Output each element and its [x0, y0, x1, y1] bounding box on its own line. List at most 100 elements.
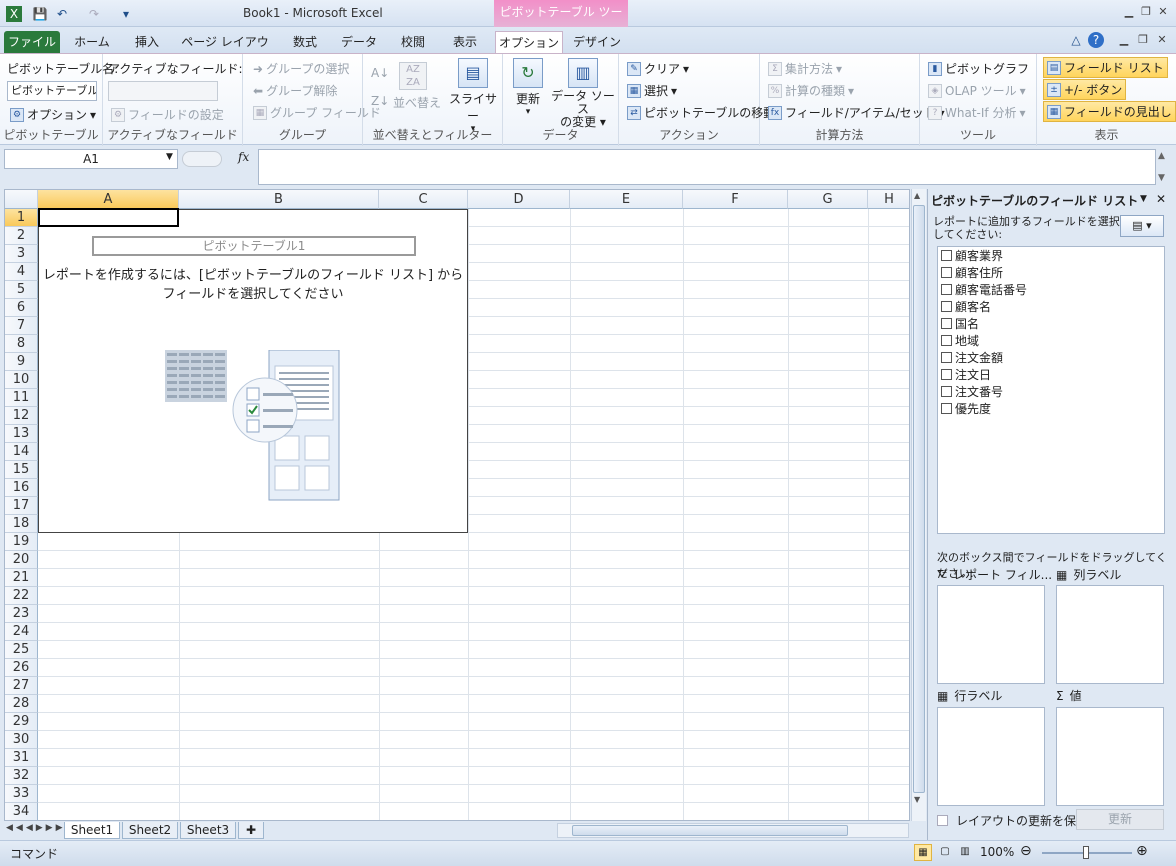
row-header[interactable]: 32: [5, 767, 38, 785]
tab-design[interactable]: デザイン: [566, 31, 628, 53]
row-header[interactable]: 1: [5, 209, 38, 227]
sheet-tab[interactable]: Sheet1: [64, 822, 120, 839]
tab-data[interactable]: データ: [334, 31, 384, 53]
row-header[interactable]: 22: [5, 587, 38, 605]
column-header[interactable]: F: [683, 190, 788, 209]
undo-icon[interactable]: ↶: [54, 6, 70, 22]
normal-view-icon[interactable]: ▦: [914, 844, 932, 861]
row-header[interactable]: 30: [5, 731, 38, 749]
checkbox[interactable]: [941, 352, 952, 363]
field-item[interactable]: 注文番号: [941, 383, 1003, 400]
field-item[interactable]: 顧客電話番号: [941, 281, 1027, 298]
customize-qat-icon[interactable]: ▾: [118, 6, 134, 22]
worksheet-grid[interactable]: A B C D E F G H 1 2 3 4 5 6 7 8 9 10 11 12 13 14 15 16 1…: [4, 189, 910, 821]
report-filter-zone[interactable]: [937, 585, 1045, 684]
minimize-icon[interactable]: ▁: [1122, 5, 1136, 19]
tab-home[interactable]: ホーム: [66, 31, 118, 53]
row-header[interactable]: 27: [5, 677, 38, 695]
zoom-level[interactable]: 100%: [980, 845, 1014, 859]
row-header[interactable]: 9: [5, 353, 38, 371]
row-header[interactable]: 33: [5, 785, 38, 803]
values-zone[interactable]: [1056, 707, 1164, 806]
olap-tools-button[interactable]: ◈ OLAP ツール ▾: [928, 82, 1026, 99]
formula-scroll-up-icon[interactable]: ▲: [1158, 151, 1165, 161]
row-header[interactable]: 24: [5, 623, 38, 641]
group-selection-button[interactable]: ➜ グループの選択: [253, 60, 349, 77]
checkbox[interactable]: [941, 318, 952, 329]
pane-menu-icon[interactable]: ▼: [1140, 194, 1147, 204]
row-header[interactable]: 25: [5, 641, 38, 659]
row-header[interactable]: 20: [5, 551, 38, 569]
column-header[interactable]: D: [468, 190, 570, 209]
field-item[interactable]: 顧客名: [941, 298, 991, 315]
summarize-button[interactable]: Σ 集計方法 ▾: [768, 60, 842, 77]
slicer-button[interactable]: ▤ スライサー ▾: [447, 58, 499, 134]
field-headers-toggle[interactable]: ▦ フィールドの見出し: [1043, 101, 1176, 122]
sheet-tab[interactable]: Sheet3: [180, 822, 236, 839]
row-header[interactable]: 18: [5, 515, 38, 533]
page-layout-view-icon[interactable]: ▢: [936, 844, 954, 861]
row-header[interactable]: 8: [5, 335, 38, 353]
wb-minimize-icon[interactable]: ▁: [1117, 33, 1131, 47]
tab-view[interactable]: 表示: [442, 31, 488, 53]
column-header[interactable]: A: [38, 190, 179, 209]
field-item[interactable]: 注文日: [941, 366, 991, 383]
sort-az-button[interactable]: A↓: [371, 66, 389, 80]
scroll-thumb[interactable]: [913, 205, 925, 793]
row-header[interactable]: 26: [5, 659, 38, 677]
checkbox[interactable]: [941, 267, 952, 278]
tab-page-layout[interactable]: ページ レイアウト: [176, 31, 274, 71]
name-box[interactable]: A1: [4, 149, 178, 169]
layout-options-button[interactable]: ▤ ▾: [1120, 215, 1164, 237]
hscroll-thumb[interactable]: [572, 825, 848, 836]
active-field-input[interactable]: [108, 81, 218, 101]
defer-update-checkbox[interactable]: [937, 815, 948, 826]
row-header[interactable]: 16: [5, 479, 38, 497]
field-item[interactable]: 注文金額: [941, 349, 1003, 366]
row-header[interactable]: 3: [5, 245, 38, 263]
field-list-toggle[interactable]: ▤ フィールド リスト: [1043, 57, 1168, 78]
row-header[interactable]: 13: [5, 425, 38, 443]
select-all-corner[interactable]: [5, 190, 38, 209]
tab-options[interactable]: オプション: [495, 31, 563, 53]
field-item[interactable]: 顧客業界: [941, 247, 1003, 264]
update-button[interactable]: 更新: [1076, 809, 1164, 830]
row-header[interactable]: 6: [5, 299, 38, 317]
row-header[interactable]: 2: [5, 227, 38, 245]
row-header[interactable]: 4: [5, 263, 38, 281]
refresh-button[interactable]: ↻ 更新 ▾: [509, 58, 547, 117]
show-values-as-button[interactable]: % 計算の種類 ▾: [768, 82, 854, 99]
tab-file[interactable]: ファイル: [4, 31, 60, 53]
row-header[interactable]: 7: [5, 317, 38, 335]
scroll-up-icon[interactable]: ▲: [914, 191, 920, 200]
page-break-view-icon[interactable]: ▥: [956, 844, 974, 861]
field-settings-button[interactable]: ⚙ フィールドの設定: [111, 106, 224, 123]
active-cell-a1[interactable]: [38, 208, 179, 227]
change-data-source-button[interactable]: ▥ データ ソース の変更 ▾: [549, 58, 617, 129]
buttons-toggle[interactable]: ± +/- ボタン: [1043, 79, 1127, 100]
pivottable-name-input[interactable]: ピボットテーブル1: [7, 81, 97, 101]
checkbox[interactable]: [941, 284, 952, 295]
whatif-button[interactable]: ? What-If 分析 ▾: [928, 104, 1025, 121]
close-icon[interactable]: ✕: [1156, 5, 1170, 19]
redo-icon[interactable]: ↷: [86, 6, 102, 22]
options-button[interactable]: ⚙ オプション ▾: [10, 106, 96, 123]
field-item[interactable]: 国名: [941, 315, 979, 332]
clear-button[interactable]: ✎ クリア ▾: [627, 60, 689, 77]
field-item[interactable]: 地域: [941, 332, 979, 349]
column-labels-zone[interactable]: [1056, 585, 1164, 684]
insert-sheet-icon[interactable]: ✚: [238, 822, 264, 839]
save-icon[interactable]: 💾: [32, 6, 48, 22]
help-icon[interactable]: ?: [1088, 32, 1104, 48]
field-item[interactable]: 顧客住所: [941, 264, 1003, 281]
formula-input[interactable]: [258, 149, 1156, 185]
checkbox[interactable]: [941, 250, 952, 261]
row-header[interactable]: 10: [5, 371, 38, 389]
pivot-placeholder[interactable]: ピボットテーブル1 レポートを作成するには、[ピボットテーブルのフィールド リス…: [38, 209, 468, 533]
zoom-slider-thumb[interactable]: [1083, 846, 1089, 859]
scroll-down-icon[interactable]: ▼: [914, 795, 920, 804]
column-header[interactable]: H: [868, 190, 909, 209]
row-header[interactable]: 21: [5, 569, 38, 587]
row-header[interactable]: 14: [5, 443, 38, 461]
checkbox[interactable]: [941, 386, 952, 397]
